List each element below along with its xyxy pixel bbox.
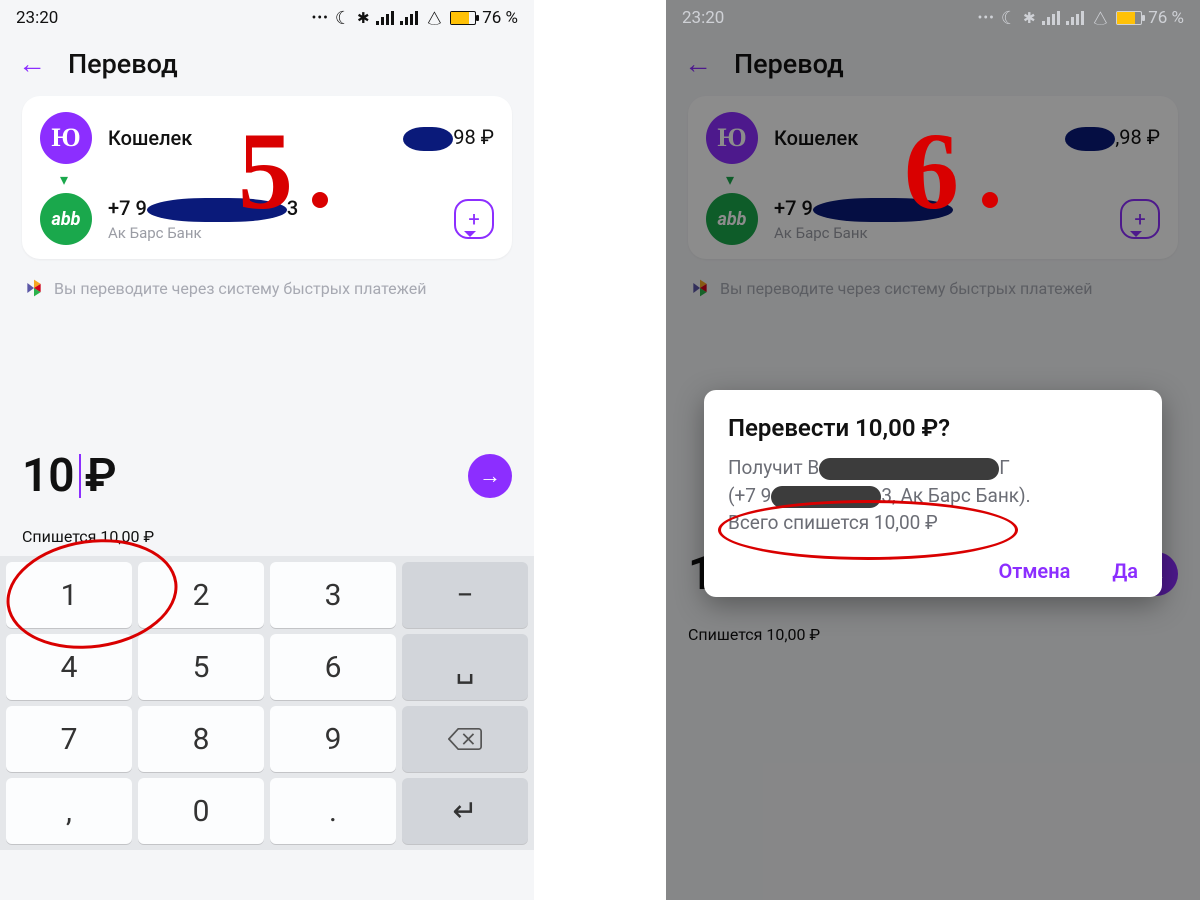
app-header: ← Перевод bbox=[0, 36, 534, 92]
battery-percent: 76 % bbox=[1148, 8, 1184, 28]
charge-label: Спишется 10,00 ₽ bbox=[0, 527, 534, 556]
recipient-bank: Ак Барс Банк bbox=[108, 224, 454, 242]
confirm-dialog: Перевести 10,00 ₽? Получит ВГ (+7 93, Ак… bbox=[704, 390, 1162, 597]
key-5[interactable]: 5 bbox=[138, 634, 264, 700]
dialog-body: Получит ВГ (+7 93, Ак Барс Банк). Всего … bbox=[728, 454, 1138, 537]
back-arrow-icon[interactable]: ← bbox=[18, 50, 46, 78]
bank-avatar-icon: abb bbox=[40, 193, 92, 245]
chevron-down-icon[interactable]: ▾ bbox=[60, 170, 494, 189]
status-bar: 23:20 ••• 76 % bbox=[0, 0, 534, 36]
dialog-cancel-button[interactable]: Отмена bbox=[998, 559, 1070, 583]
status-time: 23:20 bbox=[682, 8, 724, 28]
submit-button[interactable]: → bbox=[468, 454, 512, 498]
key-7[interactable]: 7 bbox=[6, 706, 132, 772]
key-comma[interactable]: , bbox=[6, 778, 132, 844]
wifi-icon bbox=[424, 4, 445, 32]
redaction-mask bbox=[403, 127, 453, 151]
key-dot[interactable]: . bbox=[270, 778, 396, 844]
key-minus[interactable]: − bbox=[402, 562, 528, 628]
recipient-row[interactable]: abb +7 93 Ак Барс Банк + bbox=[40, 193, 494, 245]
amount-block: 10₽ → bbox=[0, 449, 534, 521]
annotation-dot bbox=[982, 192, 998, 208]
dnd-moon-icon bbox=[335, 8, 351, 29]
battery-icon bbox=[1116, 11, 1142, 25]
bluetooth-icon bbox=[1023, 8, 1036, 28]
key-6[interactable]: 6 bbox=[270, 634, 396, 700]
key-space[interactable]: ␣ bbox=[402, 634, 528, 700]
more-dots-icon: ••• bbox=[978, 10, 995, 26]
source-wallet-row[interactable]: Ю Кошелек 98 ₽ bbox=[40, 112, 494, 164]
redaction-mask bbox=[771, 486, 881, 508]
dialog-title: Перевести 10,00 ₽? bbox=[728, 414, 1138, 442]
signal-icon-1 bbox=[376, 11, 394, 25]
wallet-balance: 98 ₽ bbox=[403, 125, 494, 151]
key-4[interactable]: 4 bbox=[6, 634, 132, 700]
dialog-ok-button[interactable]: Да bbox=[1112, 559, 1138, 583]
recipient-phone: +7 93 bbox=[108, 196, 454, 222]
key-9[interactable]: 9 bbox=[270, 706, 396, 772]
wifi-icon bbox=[1090, 4, 1111, 32]
text-caret bbox=[79, 454, 81, 498]
battery-icon bbox=[450, 11, 476, 25]
sbp-info: Вы переводите через систему быстрых плат… bbox=[24, 277, 510, 299]
redaction-mask bbox=[147, 198, 287, 222]
bluetooth-icon bbox=[357, 8, 370, 28]
key-backspace[interactable] bbox=[402, 706, 528, 772]
wallet-label: Кошелек bbox=[108, 126, 403, 150]
sbp-text: Вы переводите через систему быстрых плат… bbox=[54, 279, 426, 298]
transfer-card: Ю Кошелек 98 ₽ ▾ abb +7 93 Ак Барс Банк … bbox=[22, 96, 512, 259]
key-0[interactable]: 0 bbox=[138, 778, 264, 844]
battery-percent: 76 % bbox=[482, 8, 518, 28]
amount-input[interactable]: 10₽ bbox=[22, 449, 117, 503]
key-2[interactable]: 2 bbox=[138, 562, 264, 628]
signal-icon-2 bbox=[1066, 11, 1084, 25]
signal-icon-2 bbox=[400, 11, 418, 25]
key-enter[interactable]: ↵ bbox=[402, 778, 528, 844]
key-3[interactable]: 3 bbox=[270, 562, 396, 628]
sbp-icon bbox=[24, 277, 44, 299]
add-message-icon[interactable]: + bbox=[454, 199, 494, 239]
wallet-avatar-icon: Ю bbox=[40, 112, 92, 164]
key-8[interactable]: 8 bbox=[138, 706, 264, 772]
more-dots-icon: ••• bbox=[312, 10, 329, 26]
dnd-moon-icon bbox=[1001, 8, 1017, 29]
status-bar: 23:20 ••• 76 % bbox=[666, 0, 1200, 36]
numeric-keypad: 1 2 3 − 4 5 6 ␣ 7 8 9 , 0 . ↵ bbox=[0, 556, 534, 850]
key-1[interactable]: 1 bbox=[6, 562, 132, 628]
status-time: 23:20 bbox=[16, 8, 58, 28]
page-title: Перевод bbox=[68, 48, 178, 80]
redaction-mask bbox=[819, 458, 999, 480]
annotation-dot bbox=[312, 192, 328, 208]
signal-icon-1 bbox=[1042, 11, 1060, 25]
